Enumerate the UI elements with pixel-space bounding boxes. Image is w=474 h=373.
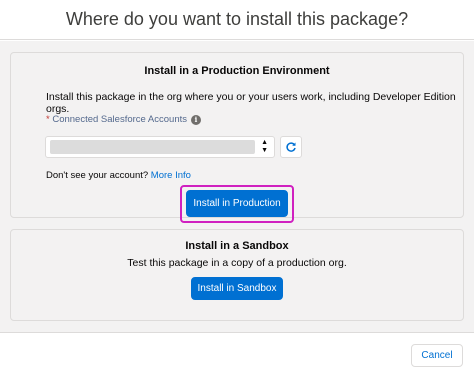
hint-text: Don't see your account? [46, 170, 149, 181]
refresh-icon [286, 142, 296, 152]
modal-title: Where do you want to install this packag… [65, 9, 409, 29]
cancel-button[interactable]: Cancel [411, 344, 463, 367]
install-sandbox-button[interactable]: Install in Sandbox [191, 277, 283, 300]
accounts-label-text: Connected Salesforce Accounts [52, 114, 188, 125]
accounts-select[interactable]: ▲ ▼ [45, 136, 275, 158]
modal-header: Where do you want to install this packag… [0, 0, 474, 40]
select-caret-icon: ▲ ▼ [261, 139, 268, 154]
modal-body: Install in a Production Environment Inst… [0, 41, 474, 332]
sandbox-card: Install in a Sandbox Test this package i… [10, 229, 464, 321]
info-icon[interactable]: i [191, 114, 202, 125]
production-card-title: Install in a Production Environment [144, 65, 330, 77]
sandbox-card-title: Install in a Sandbox [185, 240, 289, 252]
accounts-field-label: * Connected Salesforce Accounts i [46, 114, 202, 125]
refresh-button[interactable] [280, 136, 302, 158]
required-marker: * [46, 114, 50, 125]
account-hint: Don't see your account? More Info [46, 170, 191, 181]
production-card: Install in a Production Environment Inst… [10, 52, 464, 223]
production-description: Install this package in the org where yo… [46, 91, 456, 115]
accounts-select-value [50, 140, 255, 154]
more-info-link[interactable]: More Info [151, 170, 191, 181]
install-production-button[interactable]: Install in Production [186, 190, 288, 217]
modal-footer: Cancel [0, 332, 474, 373]
sandbox-description: Test this package in a copy of a product… [127, 257, 347, 269]
